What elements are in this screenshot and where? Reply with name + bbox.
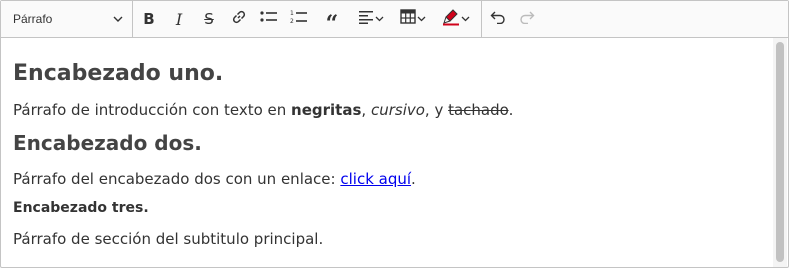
vertical-scrollbar[interactable] <box>773 38 787 267</box>
separator-text: , <box>361 101 371 119</box>
italic-text: cursivo <box>370 101 425 119</box>
heading-dropdown[interactable]: Párrafo <box>5 6 129 32</box>
period-text: . <box>411 170 416 188</box>
strikethrough-icon: S <box>204 10 214 28</box>
scrollbar-thumb[interactable] <box>776 42 784 262</box>
quote-icon: “ <box>325 11 339 37</box>
link-icon <box>231 9 247 30</box>
insert-table-dropdown[interactable] <box>395 6 431 32</box>
intro-paragraph: Párrafo de introducción con texto en neg… <box>13 101 513 119</box>
undo-button[interactable] <box>486 6 510 32</box>
highlighter-icon <box>442 8 460 31</box>
bulleted-list-button[interactable] <box>257 6 281 32</box>
bold-text: negritas <box>291 101 362 119</box>
undo-icon <box>490 10 506 29</box>
heading-one: Encabezado uno. <box>13 61 224 86</box>
heading-three: Encabezado tres. <box>13 200 149 216</box>
chevron-down-icon <box>416 14 426 24</box>
period-text: . <box>508 101 514 119</box>
heading-two: Encabezado dos. <box>13 131 202 155</box>
highlight-dropdown[interactable] <box>437 6 475 32</box>
editor-toolbar: Párrafo B I S 1 2 “ <box>1 1 788 38</box>
chevron-down-icon <box>374 14 384 24</box>
bulleted-list-icon <box>260 10 278 29</box>
strikethrough-button[interactable]: S <box>197 6 221 32</box>
toolbar-separator <box>481 1 482 38</box>
svg-text:1: 1 <box>290 10 294 17</box>
align-left-icon <box>358 10 374 29</box>
paragraph-text: Párrafo del encabezado dos con un enlace… <box>13 170 341 188</box>
bold-icon: B <box>143 10 155 28</box>
redo-icon <box>519 10 535 29</box>
editor-content-area[interactable]: Encabezado uno. Párrafo de introducción … <box>1 38 772 267</box>
click-here-link[interactable]: click aquí <box>340 170 411 188</box>
svg-text:2: 2 <box>290 18 294 25</box>
italic-button[interactable]: I <box>167 6 191 32</box>
numbered-list-icon: 1 2 <box>290 9 308 30</box>
chevron-down-icon <box>460 14 470 24</box>
alignment-dropdown[interactable] <box>353 6 389 32</box>
chevron-down-icon <box>113 14 123 24</box>
separator-text: , y <box>424 101 449 119</box>
redo-button[interactable] <box>515 6 539 32</box>
toolbar-separator <box>132 1 133 38</box>
heading-dropdown-value: Párrafo <box>13 12 53 26</box>
table-icon <box>400 9 416 29</box>
numbered-list-button[interactable]: 1 2 <box>287 6 311 32</box>
intro-text: Párrafo de introducción con texto en <box>13 101 292 119</box>
italic-icon: I <box>175 9 183 29</box>
strikethrough-text: tachado <box>448 101 509 119</box>
heading-two-paragraph: Párrafo del encabezado dos con un enlace… <box>13 170 416 188</box>
block-quote-button[interactable]: “ <box>319 6 345 37</box>
link-button[interactable] <box>227 6 251 32</box>
subtitle-section-paragraph: Párrafo de sección del subtitulo princip… <box>13 230 324 248</box>
rich-text-editor: Párrafo B I S 1 2 “ Encabezado uno. Párr… <box>0 0 789 268</box>
bold-button[interactable]: B <box>137 6 161 32</box>
